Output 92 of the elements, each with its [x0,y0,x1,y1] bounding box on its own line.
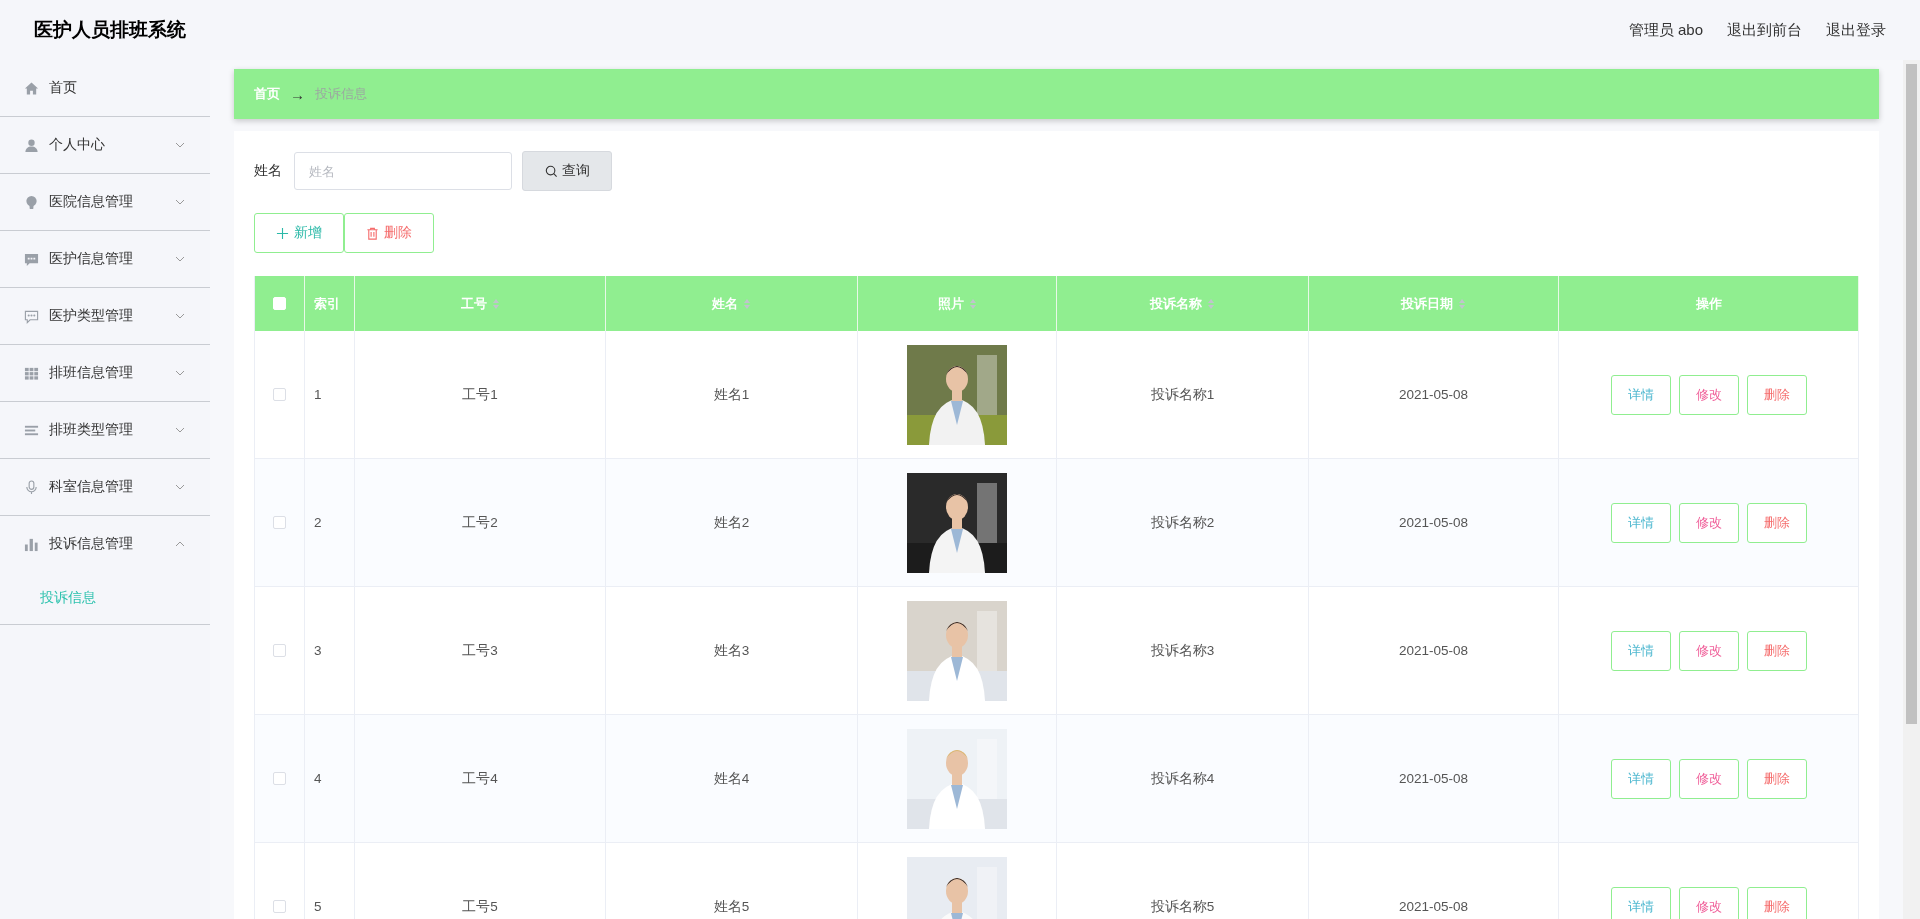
edit-button[interactable]: 修改 [1678,758,1739,799]
bars-icon [24,536,39,552]
table-cell: 投诉名称5 [1150,897,1215,916]
sort-icon[interactable] [1458,297,1466,310]
sidebar-item[interactable]: 投诉信息管理 [0,516,210,572]
search-icon [544,164,558,178]
sort-icon[interactable] [1207,297,1215,310]
delete-button[interactable]: 删除 [1746,758,1807,799]
scrollbar-thumb[interactable] [1906,64,1917,724]
table-cell: 投诉名称2 [1150,513,1215,532]
table-cell: 工号3 [462,641,498,660]
sidebar-item[interactable]: 首页 [0,60,210,116]
table-cell: 1 [314,387,322,402]
home-icon [24,80,39,96]
table-cell: 姓名1 [713,385,750,404]
select-all-checkbox[interactable] [273,297,286,310]
edit-button[interactable]: 修改 [1678,630,1739,671]
edit-button[interactable]: 修改 [1678,374,1739,415]
table-cell: 2021-05-08 [1398,899,1469,914]
table-cell: 2021-05-08 [1398,515,1469,530]
scrollbar[interactable] [1903,60,1920,919]
table-cell: 工号2 [462,513,498,532]
row-checkbox[interactable] [273,900,286,913]
plus-icon [276,226,289,240]
sidebar-item[interactable]: 医院信息管理 [0,174,210,230]
row-checkbox[interactable] [273,388,286,401]
mic-icon [24,479,39,495]
sidebar-item[interactable]: 科室信息管理 [0,459,210,515]
row-checkbox[interactable] [273,644,286,657]
table-cell: 5 [314,899,322,914]
row-checkbox[interactable] [273,772,286,785]
delete-button[interactable]: 删除 [344,213,434,253]
column-header: 姓名 [712,294,738,313]
detail-button[interactable]: 详情 [1610,502,1671,543]
detail-button[interactable]: 详情 [1610,374,1671,415]
search-button[interactable]: 查询 [522,151,612,191]
table-cell: 4 [314,771,322,786]
table-cell: 姓名5 [713,897,750,916]
add-button[interactable]: 新增 [254,213,344,253]
delete-button[interactable]: 删除 [1746,886,1807,919]
column-header: 投诉日期 [1401,294,1453,313]
sidebar-item[interactable]: 排班信息管理 [0,345,210,401]
detail-button[interactable]: 详情 [1610,886,1671,919]
delete-button[interactable]: 删除 [1746,502,1807,543]
table-cell: 投诉名称3 [1150,641,1215,660]
sidebar-item[interactable]: 个人中心 [0,117,210,173]
delete-button[interactable]: 删除 [1746,374,1807,415]
chat-icon [24,251,39,267]
detail-button[interactable]: 详情 [1610,758,1671,799]
edit-button[interactable]: 修改 [1678,502,1739,543]
sort-icon[interactable] [743,297,751,310]
column-header: 工号 [460,294,487,313]
field-label: 姓名 [254,162,282,180]
edit-button[interactable]: 修改 [1678,886,1739,919]
breadcrumb-separator: → [290,86,305,102]
sort-icon[interactable] [491,297,500,310]
sidebar-item[interactable]: 排班类型管理 [0,402,210,458]
table-cell: 工号5 [462,897,498,916]
table-cell: 3 [314,643,322,658]
chat-outline-icon [24,308,39,324]
table-cell: 姓名4 [713,769,750,788]
column-header: 照片 [937,294,964,313]
table-cell: 2021-05-08 [1398,643,1469,658]
breadcrumb-link[interactable]: 投诉信息 [315,85,367,103]
table-cell: 2021-05-08 [1398,771,1469,786]
table-cell: 投诉名称1 [1150,385,1215,404]
user-icon [24,137,39,153]
search-field[interactable]: 姓名 [294,152,512,190]
detail-button[interactable]: 详情 [1610,630,1671,671]
sidebar-subitem[interactable]: 投诉信息 [0,572,210,624]
table-cell: 2021-05-08 [1398,387,1469,402]
sidebar-item[interactable]: 医护信息管理 [0,231,210,287]
bulb-icon [24,194,39,210]
sort-icon[interactable] [968,297,977,310]
table-cell: 姓名3 [713,641,750,660]
trash-icon [366,226,379,240]
table-cell: 工号1 [462,385,498,404]
grid-icon [24,365,39,381]
header-link[interactable]: 退出到前台 [1727,20,1802,40]
delete-button[interactable]: 删除 [1746,630,1807,671]
sidebar-item[interactable]: 医护类型管理 [0,288,210,344]
header-link[interactable]: 管理员 abo [1628,20,1703,40]
header-link[interactable]: 退出登录 [1826,20,1886,40]
row-checkbox[interactable] [273,516,286,529]
table-cell: 工号4 [462,769,498,788]
table-cell: 姓名2 [713,513,750,532]
column-header: 操作 [1695,294,1722,313]
table-cell: 投诉名称4 [1150,769,1215,788]
app-title: 医护人员排班系统 [34,18,186,42]
table-cell: 2 [314,515,322,530]
column-header: 投诉名称 [1150,294,1202,313]
column-header: 索引 [314,294,340,313]
